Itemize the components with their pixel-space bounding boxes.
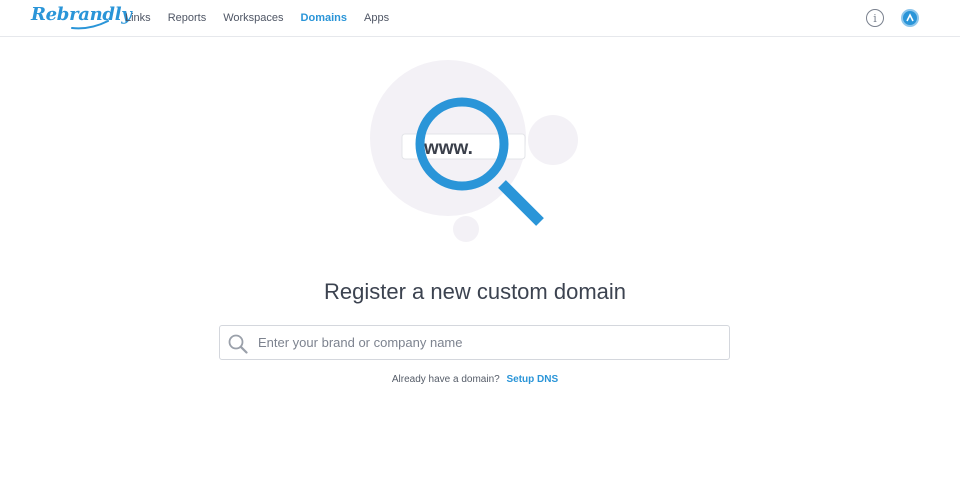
nav-item-workspaces[interactable]: Workspaces: [223, 12, 283, 24]
nav-item-apps[interactable]: Apps: [364, 12, 389, 24]
magnifier-illustration-icon: www.: [370, 60, 578, 242]
info-icon[interactable]: i: [866, 9, 884, 27]
page-title: Register a new custom domain: [323, 279, 627, 304]
user-avatar-icon[interactable]: [901, 9, 919, 27]
nav-item-domains[interactable]: Domains: [301, 12, 347, 24]
hint-text: Already have a domain?: [391, 374, 500, 385]
top-navigation-bar: Rebrandly Links Reports Workspaces Domai…: [0, 0, 960, 37]
logo-swoosh-icon: [71, 20, 109, 30]
avatar-glyph-icon: [906, 13, 914, 22]
domain-search-box[interactable]: [219, 325, 730, 360]
setup-dns-link[interactable]: Setup DNS: [506, 374, 558, 385]
main-nav: Links Reports Workspaces Domains Apps: [125, 12, 406, 24]
existing-domain-hint: Already have a domain? Setup DNS: [0, 374, 950, 385]
search-icon: [228, 334, 248, 354]
nav-item-links[interactable]: Links: [125, 12, 151, 24]
brand-search-input[interactable]: [258, 327, 723, 358]
nav-item-reports[interactable]: Reports: [168, 12, 207, 24]
url-prefix-text: www.: [423, 138, 473, 159]
domain-search-illustration: www.: [360, 60, 600, 255]
